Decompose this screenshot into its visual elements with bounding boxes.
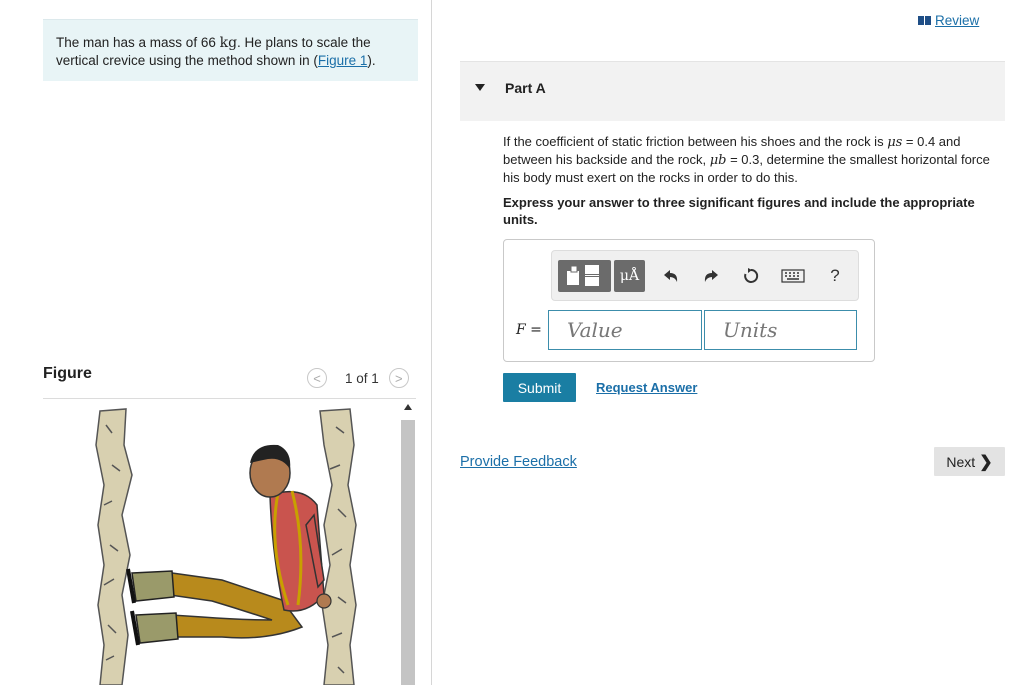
next-figure-button[interactable]: > <box>388 368 409 388</box>
answer-box: μÅ ? F = <box>503 239 875 362</box>
next-label: Next <box>946 453 976 470</box>
prev-figure-button[interactable]: < <box>307 368 327 388</box>
part-a-header[interactable]: Part A <box>460 61 1005 121</box>
scrollbar-thumb[interactable] <box>401 420 415 685</box>
units-button[interactable]: μÅ <box>614 260 645 292</box>
left-rock-wall <box>95 408 133 685</box>
figure-heading: Figure <box>43 365 92 382</box>
question-text: If the coefficient of static friction be… <box>503 133 1003 186</box>
intro-text-1: The man has a mass of 66 <box>56 35 220 50</box>
climber-boot-upper <box>131 570 175 602</box>
climber-figure <box>95 408 357 685</box>
figure-pager: < 1 of 1 > <box>307 367 409 389</box>
answer-row: F = <box>504 310 876 350</box>
figure-divider <box>43 398 416 399</box>
climber-boot-lower <box>135 612 179 644</box>
answer-variable-label: F = <box>516 322 542 338</box>
answer-instruction: Express your answer to three significant… <box>503 195 975 227</box>
review-label: Review <box>935 13 980 28</box>
mass-unit: kg <box>219 35 238 51</box>
next-button[interactable]: Next ❯ <box>934 447 1005 476</box>
intro-text-3: ). <box>367 53 376 68</box>
keyboard-icon[interactable] <box>780 265 806 287</box>
provide-feedback-link[interactable]: Provide Feedback <box>460 454 577 470</box>
climber-hand <box>316 593 332 609</box>
help-button[interactable]: ? <box>824 265 846 287</box>
question-seg1: If the coefficient of static friction be… <box>503 134 888 149</box>
chevron-right-icon: ❯ <box>979 453 993 471</box>
part-title: Part A <box>505 80 546 96</box>
templates-icon <box>567 265 599 286</box>
figure-scrollbar[interactable] <box>400 402 416 685</box>
mu-b-symbol: μb <box>709 153 727 168</box>
units-input[interactable] <box>704 310 857 350</box>
redo-arrow-icon[interactable] <box>700 265 722 287</box>
math-toolbar: μÅ ? <box>551 250 859 301</box>
value-input[interactable] <box>548 310 702 350</box>
problem-intro: The man has a mass of 66 kg. He plans to… <box>43 19 418 81</box>
book-icon <box>918 16 931 25</box>
templates-button[interactable] <box>558 260 611 292</box>
figure-link[interactable]: Figure 1 <box>318 53 368 68</box>
mu-s-symbol: μs <box>887 135 903 150</box>
submit-button[interactable]: Submit <box>503 373 576 402</box>
left-panel: The man has a mass of 66 kg. He plans to… <box>0 0 432 685</box>
scroll-up-icon[interactable] <box>404 404 412 410</box>
collapse-triangle-icon[interactable] <box>475 84 485 91</box>
figure-count: 1 of 1 <box>345 370 379 386</box>
reset-icon[interactable] <box>740 265 762 287</box>
right-rock-wall <box>319 408 357 685</box>
chevron-right-icon: > <box>394 370 403 386</box>
answer-variable: F <box>516 322 526 338</box>
undo-arrow-icon[interactable] <box>660 265 682 287</box>
request-answer-link[interactable]: Request Answer <box>596 380 697 395</box>
panel-divider <box>431 0 432 685</box>
chevron-left-icon: < <box>313 370 321 386</box>
equals-sign: = <box>525 322 542 338</box>
review-link[interactable]: Review <box>918 13 979 28</box>
